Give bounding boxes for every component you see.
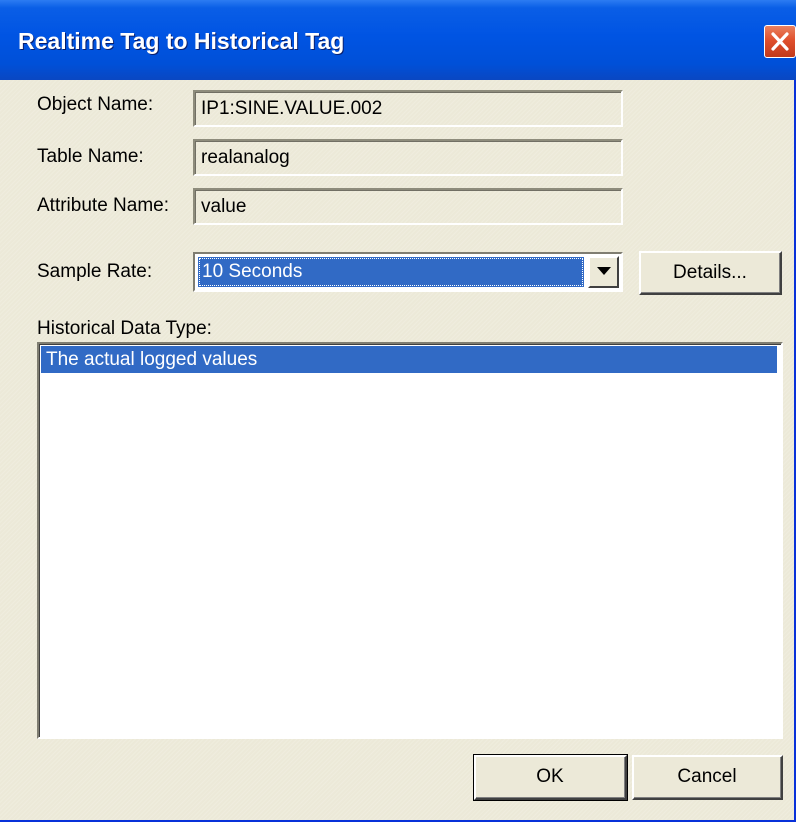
- sample-rate-label: Sample Rate:: [37, 261, 153, 282]
- ok-button[interactable]: OK: [473, 754, 628, 801]
- details-button-face: Details...: [641, 253, 780, 293]
- object-name-value: IP1:SINE.VALUE.002: [201, 98, 383, 119]
- historical-data-type-list-bevel: [39, 344, 781, 737]
- sample-rate-dropdown-button[interactable]: [588, 256, 619, 288]
- close-icon: [771, 32, 789, 51]
- attribute-name-value: value: [201, 196, 247, 217]
- attribute-name-field-bevel: [195, 190, 621, 223]
- chevron-down-icon: [597, 267, 611, 275]
- table-name-value: realanalog: [201, 147, 290, 168]
- historical-data-type-list[interactable]: The actual logged values: [37, 342, 783, 739]
- cancel-button-face: Cancel: [634, 757, 781, 798]
- details-button-label: Details...: [673, 261, 747, 283]
- attribute-name-field: value: [193, 188, 623, 225]
- window-title: Realtime Tag to Historical Tag: [18, 28, 345, 54]
- close-button[interactable]: [764, 25, 796, 58]
- details-button[interactable]: Details...: [639, 251, 782, 295]
- cancel-button-label: Cancel: [677, 766, 737, 787]
- title-bar[interactable]: Realtime Tag to Historical Tag: [0, 0, 796, 80]
- object-name-label: Object Name:: [37, 94, 154, 115]
- cancel-button[interactable]: Cancel: [632, 755, 783, 800]
- historical-data-type-label: Historical Data Type:: [37, 318, 212, 339]
- table-name-label: Table Name:: [37, 146, 144, 167]
- table-name-field: realanalog: [193, 139, 623, 176]
- list-item-actual-logged-values[interactable]: The actual logged values: [41, 346, 777, 373]
- sample-rate-select[interactable]: 10 Seconds: [193, 252, 623, 292]
- ok-button-face: OK: [476, 757, 625, 798]
- dialog-window: Realtime Tag to Historical Tag Object Na…: [0, 0, 796, 822]
- sample-rate-value[interactable]: 10 Seconds: [198, 257, 584, 287]
- attribute-name-label: Attribute Name:: [37, 195, 169, 216]
- object-name-field: IP1:SINE.VALUE.002: [193, 90, 623, 127]
- ok-button-label: OK: [536, 766, 564, 787]
